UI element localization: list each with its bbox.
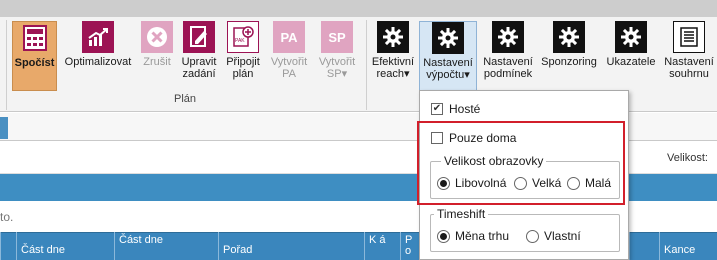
mena-trhu-radio[interactable] — [437, 229, 450, 243]
calculator-icon — [19, 22, 51, 54]
document-list-icon — [673, 21, 705, 53]
gear-icon — [492, 21, 524, 53]
group-label-plan: Plán — [173, 93, 197, 105]
cancel-icon — [141, 21, 173, 53]
spocist-label: Spočíst — [14, 57, 55, 69]
upravit-zadani-button[interactable]: Upravit zadání — [177, 21, 221, 91]
optimalizovat-label: Optimalizovat — [64, 56, 132, 68]
ukazatele-label: Ukazatele — [606, 56, 656, 68]
grid-column-header[interactable] — [629, 232, 659, 260]
efektivni-label-1: Efektivní — [371, 56, 415, 68]
gear-icon — [615, 21, 647, 53]
nastaveni-souhrnu-button[interactable]: Nastavení souhrnu — [661, 21, 717, 91]
vytvorit-pa-label-1: Vytvořit — [270, 56, 308, 68]
grid-column-header[interactable]: Pořad — [218, 232, 364, 260]
nastaveni-vypoctu-label-2: výpočtu▾ — [426, 69, 470, 81]
gear-icon — [553, 21, 585, 53]
nastaveni-souhrnu-label-2: souhrnu — [669, 68, 709, 80]
vlastni-label: Vlastní — [544, 229, 581, 243]
zrusit-label: Zrušit — [143, 56, 171, 68]
efektivni-reach-button[interactable]: Efektivní reach▾ — [371, 21, 415, 91]
group-separator — [366, 20, 367, 110]
sponzoring-button[interactable]: Sponzoring — [538, 21, 600, 91]
grid-column-header[interactable]: P o — [400, 232, 420, 260]
status-text: to. — [0, 210, 14, 224]
document-tab[interactable] — [0, 117, 8, 139]
vytvorit-sp-label-1: Vytvořit — [318, 56, 356, 68]
grid-column-header[interactable]: Část dne — [16, 232, 114, 260]
trend-chart-icon — [82, 21, 114, 53]
pripojit-plan-button[interactable]: PAK Připojit plán — [223, 21, 263, 91]
vytvorit-sp-label-2: SP▾ — [326, 68, 348, 80]
mena-trhu-label: Měna trhu — [455, 229, 510, 243]
nastaveni-podminek-label-1: Nastavení — [483, 56, 533, 68]
vytvorit-pa-button[interactable]: PA Vytvořit PA — [266, 21, 312, 91]
spocist-button[interactable]: Spočíst — [12, 21, 57, 91]
nastaveni-vypoctu-button[interactable]: Nastavení výpočtu▾ — [419, 21, 477, 91]
hoste-checkbox-row[interactable]: ✔ Hosté — [431, 102, 480, 116]
sp-icon-text: SP — [328, 29, 346, 45]
nastaveni-vypoctu-label-1: Nastavení — [423, 57, 473, 69]
optimalizovat-button[interactable]: Optimalizovat — [60, 21, 136, 91]
grid-column-header[interactable] — [0, 232, 16, 260]
nastaveni-podminek-button[interactable]: Nastavení podmínek — [480, 21, 536, 91]
edit-document-icon — [183, 21, 215, 53]
nastaveni-podminek-label-2: podmínek — [483, 68, 533, 80]
hoste-label: Hosté — [449, 102, 481, 116]
svg-text:PAK: PAK — [235, 38, 245, 44]
velikost-label: Velikost: — [667, 152, 708, 164]
vlastni-radio-row[interactable]: Vlastní — [526, 229, 581, 243]
efektivni-label-2: reach▾ — [376, 68, 410, 80]
gear-icon — [377, 21, 409, 53]
grid-column-header[interactable]: Kance — [659, 232, 717, 260]
pripojit-label-2: plán — [232, 68, 254, 80]
pa-icon: PA — [273, 21, 305, 53]
upravit-label-2: zadání — [182, 68, 216, 80]
attach-plan-icon: PAK — [227, 21, 259, 53]
pa-icon-text: PA — [280, 29, 298, 45]
mena-trhu-radio-row[interactable]: Měna trhu — [437, 229, 509, 243]
vytvorit-pa-label-2: PA — [282, 68, 296, 80]
pripojit-label-1: Připojit — [226, 56, 260, 68]
highlight-frame — [417, 121, 625, 205]
group-separator — [6, 20, 7, 110]
upravit-label-1: Upravit — [181, 56, 217, 68]
sponzoring-label: Sponzoring — [541, 56, 597, 68]
grid-column-header[interactable]: Část dne — [114, 232, 218, 260]
window-top-strip — [0, 0, 717, 17]
timeshift-legend: Timeshift — [434, 207, 489, 221]
nastaveni-souhrnu-label-1: Nastavení — [664, 56, 714, 68]
sp-icon: SP — [321, 21, 353, 53]
gear-icon — [432, 22, 464, 54]
vlastni-radio[interactable] — [526, 229, 539, 243]
grid-column-header[interactable]: K á — [364, 232, 400, 260]
vytvorit-sp-button[interactable]: SP Vytvořit SP▾ — [314, 21, 360, 91]
timeshift-group: Timeshift Měna trhu Vlastní — [430, 207, 620, 252]
ukazatele-button[interactable]: Ukazatele — [604, 21, 658, 91]
hoste-checkbox[interactable]: ✔ — [431, 103, 443, 115]
zrusit-button[interactable]: Zrušit — [139, 21, 175, 91]
